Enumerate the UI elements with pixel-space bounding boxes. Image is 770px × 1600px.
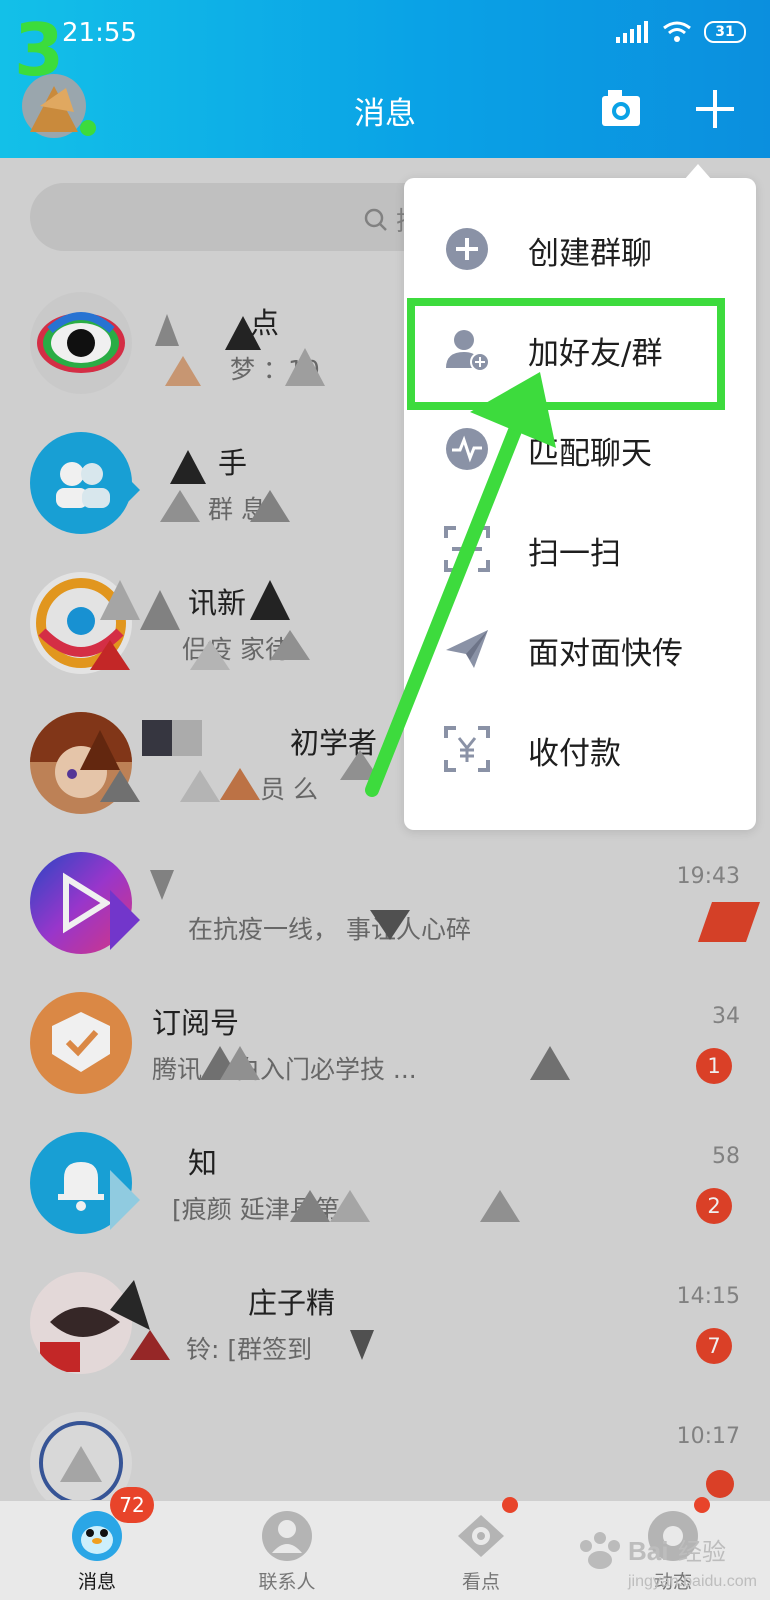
annotation-arrow — [365, 372, 556, 797]
tab-contacts[interactable]: 联系人 — [212, 1501, 362, 1600]
baidu-jingyan-watermark: Bai 经验 jingyan.baidu.com — [580, 1532, 756, 1590]
tab-badge: 72 — [110, 1487, 154, 1523]
tab-label: 消息 — [77, 1571, 116, 1593]
svg-text:经验: 经验 — [678, 1538, 726, 1566]
tab-discover[interactable]: 看点 — [406, 1497, 556, 1600]
svg-text:jingyan.baidu.com: jingyan.baidu.com — [627, 1573, 756, 1590]
tab-messages[interactable]: 72 消息 — [22, 1487, 172, 1600]
notification-dot — [694, 1497, 710, 1513]
person-icon — [262, 1511, 312, 1561]
svg-text:Bai: Bai — [628, 1536, 668, 1566]
tab-label: 联系人 — [258, 1571, 316, 1593]
notification-dot — [502, 1497, 518, 1513]
tab-label: 看点 — [461, 1571, 500, 1593]
eye-icon — [458, 1515, 504, 1557]
